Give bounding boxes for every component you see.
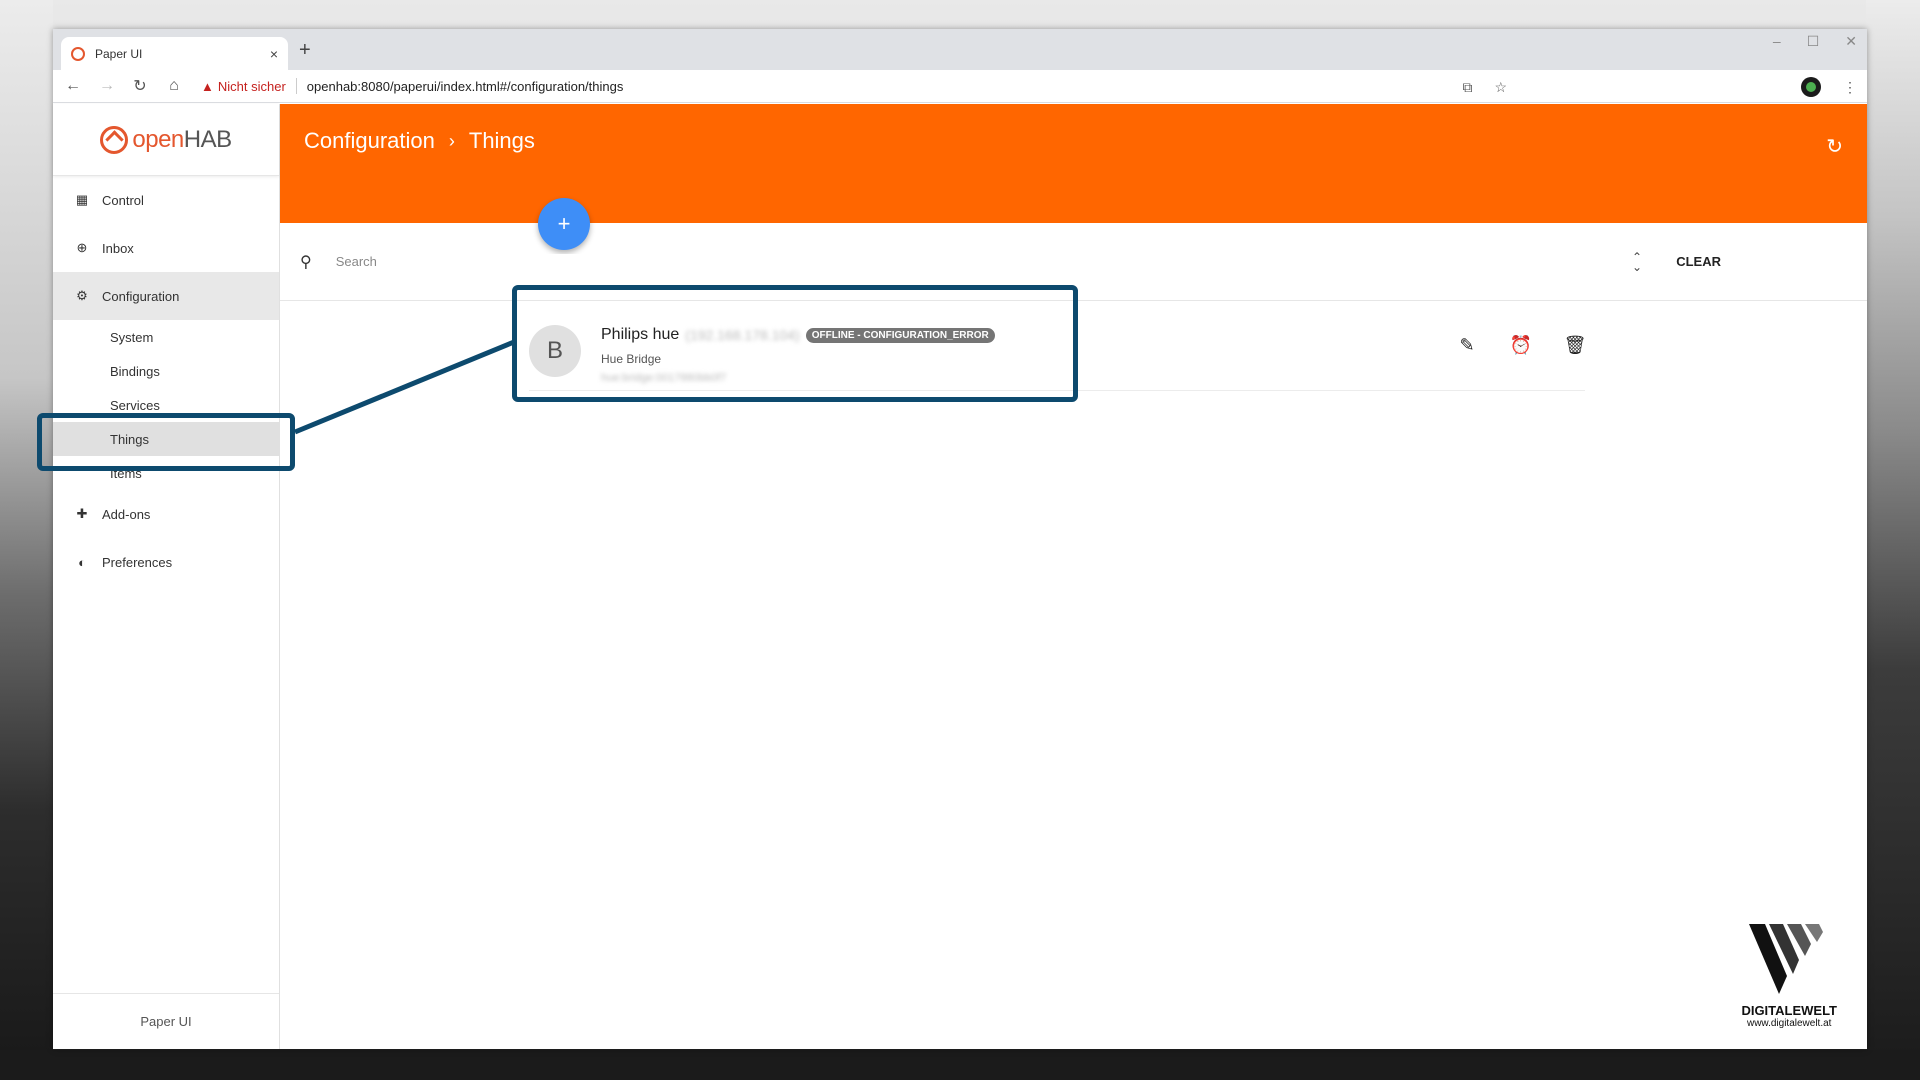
gear-icon: ⚙ <box>76 288 88 303</box>
back-icon[interactable]: ← <box>65 77 81 95</box>
sidebar-subitem-bindings[interactable]: Bindings <box>53 354 279 388</box>
address-separator <box>295 78 297 94</box>
search-input[interactable] <box>335 254 736 269</box>
sort-toggle-icon[interactable]: ⌃ ⌄ <box>1632 251 1642 273</box>
bookmark-star-icon[interactable]: ☆ <box>1494 79 1507 96</box>
delete-icon[interactable]: 🗑 <box>1564 335 1587 355</box>
grid-icon: ▦ <box>75 192 89 207</box>
search-bar: ⚲ ⌃⌄ CLEAR <box>280 223 1867 301</box>
breadcrumb: Configuration › Things <box>304 128 1843 154</box>
background-right <box>1866 0 1920 1080</box>
sidebar-item-addons[interactable]: ✚ Add-ons <box>53 490 279 538</box>
watermark-name: DIGITALEWELT <box>1741 1003 1837 1018</box>
edit-icon[interactable]: ✎ <box>1457 335 1477 355</box>
address-actions: ⧉ ☆ ⋮ <box>1462 77 1857 97</box>
preferences-icon: ◐ <box>78 554 86 570</box>
favicon-icon <box>71 46 85 61</box>
address-bar: ← → ↻ ⌂ ▲ Nicht sicher openhab:8080/pape… <box>53 70 1867 103</box>
browser-window: Paper UI × + – ☐ ✕ ← → ↻ ⌂ ▲ Nicht siche… <box>53 29 1867 1049</box>
openhab-logo[interactable]: openHAB <box>53 104 279 176</box>
row-actions: ✎ ⏰ 🗑 <box>1457 335 1587 355</box>
avatar: B <box>529 325 581 377</box>
sidebar-subitem-things[interactable]: Things <box>53 422 279 456</box>
window-controls: – ☐ ✕ <box>1773 33 1857 50</box>
sidebar-menu: ▦ Control ⊕ Inbox ⚙ Configuration System… <box>53 176 279 586</box>
close-window-button[interactable]: ✕ <box>1845 33 1857 50</box>
puzzle-icon: ✚ <box>76 506 88 521</box>
digitalewelt-logo-icon <box>1749 924 1824 994</box>
sidebar: openHAB ▦ Control ⊕ Inbox ⚙ Configuratio… <box>53 104 280 1049</box>
search-icon: ⚲ <box>300 253 312 271</box>
breadcrumb-separator: › <box>448 130 455 151</box>
sidebar-item-label: Control <box>102 192 144 208</box>
warning-icon: ▲ <box>201 78 214 94</box>
new-tab-button[interactable]: + <box>299 39 311 62</box>
browser-tab[interactable]: Paper UI × <box>61 37 288 70</box>
thing-type: Hue Bridge <box>601 352 662 366</box>
breadcrumb-things: Things <box>468 128 535 153</box>
plus-circle-icon: ⊕ <box>76 240 88 255</box>
page-header: Configuration › Things ↻ <box>280 104 1867 223</box>
sidebar-item-configuration[interactable]: ⚙ Configuration <box>53 272 279 320</box>
paper-ui-app: openHAB ▦ Control ⊕ Inbox ⚙ Configuratio… <box>53 104 1867 1049</box>
sidebar-item-control[interactable]: ▦ Control <box>53 176 279 224</box>
sidebar-footer: Paper UI <box>53 993 279 1049</box>
alarm-clock-icon[interactable]: ⏰ <box>1510 335 1532 355</box>
clear-button[interactable]: CLEAR <box>1676 254 1721 269</box>
thing-uid: hue:bridge:0017880bb0f7 <box>601 372 727 384</box>
sidebar-subitem-items[interactable]: Items <box>53 456 279 490</box>
watermark: DIGITALEWELT www.digitalewelt.at <box>1741 924 1837 1029</box>
url-field[interactable]: openhab:8080/paperui/index.html#/configu… <box>307 79 624 94</box>
home-icon[interactable]: ⌂ <box>167 77 181 95</box>
sidebar-item-preferences[interactable]: ◐ Preferences <box>53 538 279 586</box>
status-badge: OFFLINE - CONFIGURATION_ERROR <box>805 327 995 343</box>
browser-menu-icon[interactable]: ⋮ <box>1843 79 1857 96</box>
refresh-icon[interactable]: ↻ <box>1826 134 1843 159</box>
sidebar-item-label: Preferences <box>102 554 173 570</box>
background-left <box>0 0 53 1080</box>
thing-info: Philips hue (192.168.178.104) OFFLINE - … <box>601 326 995 384</box>
watermark-url: www.digitalewelt.at <box>1746 1018 1832 1029</box>
tab-title: Paper UI <box>95 46 143 61</box>
forward-icon[interactable]: → <box>99 77 115 95</box>
sidebar-item-label: Configuration <box>102 288 180 304</box>
thing-title: Philips hue (192.168.178.104) OFFLINE - … <box>601 326 995 344</box>
sidebar-item-label: Add-ons <box>102 506 151 522</box>
sidebar-item-label: Inbox <box>102 240 134 256</box>
close-tab-icon[interactable]: × <box>270 46 278 62</box>
sidebar-subitem-services[interactable]: Services <box>53 388 279 422</box>
reload-icon[interactable]: ↻ <box>133 76 147 96</box>
translate-icon[interactable]: ⧉ <box>1462 79 1472 96</box>
openhab-logo-icon <box>100 125 129 154</box>
tab-strip: Paper UI × + – ☐ ✕ <box>53 29 1867 70</box>
main-content: Configuration › Things ↻ + ⚲ ⌃⌄ CLEAR B … <box>280 104 1867 1049</box>
sidebar-subitem-system[interactable]: System <box>53 320 279 354</box>
thing-name[interactable]: Philips hue <box>601 326 679 344</box>
background-bottom <box>0 1050 1920 1080</box>
minimize-button[interactable]: – <box>1773 33 1781 50</box>
extension-icon[interactable] <box>1801 77 1821 97</box>
security-label[interactable]: Nicht sicher <box>218 79 286 94</box>
thing-ip: (192.168.178.104) <box>685 327 800 343</box>
sidebar-item-inbox[interactable]: ⊕ Inbox <box>53 224 279 272</box>
thing-row[interactable]: B Philips hue (192.168.178.104) OFFLINE … <box>529 311 1587 391</box>
brand-text: openHAB <box>132 125 232 153</box>
breadcrumb-configuration[interactable]: Configuration <box>304 128 435 154</box>
maximize-button[interactable]: ☐ <box>1807 33 1820 50</box>
